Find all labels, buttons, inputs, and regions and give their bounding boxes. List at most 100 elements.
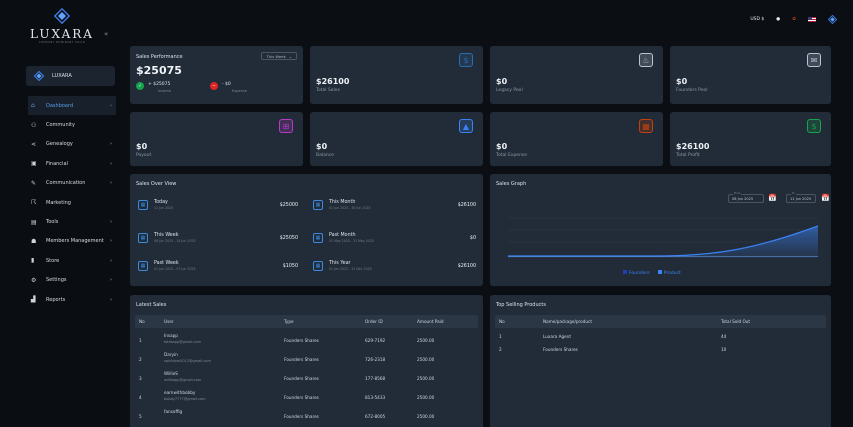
cell-user: Insapp fotiisapp@gmail.com bbox=[164, 333, 201, 344]
sales-overview-card: Sales Over View ▦ Today 11 Jun 2025 $25000 ▦… bbox=[130, 174, 483, 286]
to-calendar-icon[interactable]: 📅 bbox=[821, 194, 830, 202]
latest-sales-header: No User Type Order ID Amount Paid bbox=[135, 315, 478, 328]
table-row[interactable]: 1 Luxara Agent 44 bbox=[495, 332, 826, 342]
topbar: USD $ ● ✿ bbox=[121, 0, 853, 36]
profile-logo-icon[interactable] bbox=[828, 15, 837, 24]
sidebar-item-label: Reports bbox=[46, 296, 66, 303]
marketing-icon: ☈ bbox=[31, 199, 37, 207]
table-row[interactable]: 4 Founders Shares 813-5433 2500.00 earnwithb… bbox=[135, 390, 478, 406]
financial-icon: ▣ bbox=[31, 160, 37, 168]
table-row[interactable]: 3 Founders Shares 177-8568 2500.00 WillieS wi… bbox=[135, 371, 478, 387]
sales-performance-card: Sales Performance This Week ⌄ $25075 ✓ +… bbox=[130, 46, 303, 104]
overview-item: ▦ Today 11 Jun 2025 $25000 bbox=[138, 195, 298, 215]
sidebar-item-tools[interactable]: ▤ Tools › bbox=[28, 212, 116, 231]
reports-icon: ▟ bbox=[31, 296, 36, 304]
user-name: Insapp bbox=[164, 333, 178, 338]
cell-user: earnwithbobby bobby7777@gmail.com bbox=[164, 390, 206, 401]
overview-name: Past Week bbox=[154, 261, 179, 266]
bell-icon[interactable]: ● bbox=[776, 17, 780, 22]
period-select[interactable]: This Week ⌄ bbox=[261, 52, 297, 60]
to-date-field[interactable]: To 11 Jun 2025 bbox=[786, 192, 816, 203]
overview-name: This Month bbox=[329, 200, 356, 205]
cell-no: 5 bbox=[139, 414, 142, 419]
overview-item: ▦ This Year 01 Jan 2025 - 31 Dec 2025 $2610… bbox=[313, 256, 476, 276]
overview-date: 01 Jan 2025 - 31 Dec 2025 bbox=[329, 267, 372, 271]
sales-performance-total: $25075 bbox=[136, 64, 182, 77]
stat-card-founders-pool: ✉ $0 Founders Pool bbox=[670, 46, 831, 104]
stat-value: $0 bbox=[496, 77, 508, 86]
profit-icon: $ bbox=[807, 119, 821, 133]
user-email: bobby7777@gmail.com bbox=[164, 396, 206, 401]
sidebar-item-label: Settings bbox=[46, 277, 67, 284]
income-block: ✓ + $25075 Income bbox=[136, 82, 171, 93]
table-row[interactable]: 2 Founders Shares 726-2318 2500.00 Daryin spi… bbox=[135, 352, 478, 368]
expense-block: − - $0 Expense bbox=[210, 82, 247, 93]
sidebar-item-label: Tools bbox=[46, 219, 59, 226]
overview-item: ▦ This Month 01 Jun 2025 - 30 Jun 2025 $261… bbox=[313, 195, 476, 215]
cell-order-id: 629-7192 bbox=[365, 338, 386, 343]
currency-selector[interactable]: USD $ bbox=[750, 17, 764, 22]
cell-no: 4 bbox=[139, 395, 142, 400]
sidebar-item-community[interactable]: ⚇ Community bbox=[28, 115, 116, 134]
balance-icon: ▲ bbox=[459, 119, 473, 133]
stat-card-total-sales: $ $26100 Total Sales bbox=[310, 46, 483, 104]
table-row[interactable]: 1 Founders Shares 629-7192 2500.00 Insapp fot… bbox=[135, 333, 478, 349]
sidebar-item-dashboard[interactable]: ⌂ Dashboard › bbox=[28, 96, 116, 116]
chevron-right-icon: › bbox=[110, 102, 112, 109]
overview-amount: $26100 bbox=[457, 202, 476, 208]
brand-switcher[interactable]: LUXARA bbox=[26, 66, 115, 86]
stat-label: Total Profit bbox=[676, 153, 700, 158]
from-date-field[interactable]: From 08 Jun 2025 bbox=[728, 192, 764, 203]
overview-date: 08 Jun 2025 - 14 Jun 2025 bbox=[154, 239, 196, 243]
user-email: spiritlove2012@gmail.com bbox=[164, 358, 211, 363]
latest-sales-card: Latest Sales No User Type Order ID Amoun… bbox=[130, 295, 483, 427]
stat-value: $0 bbox=[136, 142, 148, 151]
sidebar-item-reports[interactable]: ▟ Reports › bbox=[28, 290, 116, 309]
cell-product-name: Luxara Agent bbox=[543, 334, 571, 339]
top-products-card: Top Selling Products No Name/package/pro… bbox=[490, 295, 831, 427]
overview-date: 01 Jun 2025 - 30 Jun 2025 bbox=[329, 206, 371, 210]
luxara-logo-icon bbox=[53, 7, 71, 25]
sidebar-item-store[interactable]: ▮ Store › bbox=[28, 251, 116, 270]
sidebar-item-marketing[interactable]: ☈ Marketing bbox=[28, 193, 116, 212]
brand-tagline: COMPANY DOMINANT SOLID bbox=[38, 41, 86, 44]
from-calendar-icon[interactable]: 📅 bbox=[768, 194, 777, 202]
dollar-icon: $ bbox=[459, 53, 473, 67]
sidebar-item-label: Financial bbox=[46, 160, 68, 167]
sidebar-item-label: Members Management bbox=[46, 238, 104, 245]
overview-amount: $25000 bbox=[279, 202, 298, 208]
chat-icon: ✎ bbox=[31, 179, 37, 187]
logo: LUXARA COMPANY DOMINANT SOLID bbox=[22, 7, 102, 44]
cell-amount: 2500.00 bbox=[417, 376, 435, 381]
cell-amount: 2500.00 bbox=[417, 414, 435, 419]
stat-label: Payout bbox=[136, 153, 152, 158]
sales-overview-title: Sales Over View bbox=[136, 181, 177, 187]
table-row[interactable]: 5 Founders Shares 672-8005 2500.00 fansoffig bbox=[135, 409, 478, 425]
sales-graph-title: Sales Graph bbox=[496, 181, 527, 187]
topbar-actions: USD $ ● ✿ bbox=[750, 15, 837, 24]
stat-card-balance: ▲ $0 Balance bbox=[310, 112, 483, 166]
overview-amount: $25050 bbox=[279, 235, 298, 241]
expense-icon: − bbox=[210, 82, 218, 90]
calendar-icon: ▦ bbox=[313, 261, 323, 271]
flag-us-icon[interactable] bbox=[808, 17, 816, 22]
overview-text: This Month 01 Jun 2025 - 30 Jun 2025 bbox=[329, 200, 371, 210]
stat-value: $26100 bbox=[316, 77, 350, 86]
sidebar-item-members-management[interactable]: ☗ Members Management › bbox=[28, 232, 116, 251]
notification-icon[interactable]: ✿ bbox=[792, 17, 796, 22]
sidebar-item-settings[interactable]: ⚙ Settings › bbox=[28, 271, 116, 290]
sidebar-item-communication[interactable]: ✎ Communication › bbox=[28, 174, 116, 193]
col-product-name: Name/package/product bbox=[543, 319, 592, 324]
sales-graph-card: Sales Graph From 08 Jun 2025 📅 To 11 Jun… bbox=[490, 174, 831, 286]
user-name: earnwithbobby bbox=[164, 390, 196, 395]
sidebar-item-financial[interactable]: ▣ Financial › bbox=[28, 154, 116, 173]
chevron-right-icon: › bbox=[110, 296, 112, 303]
stat-card-legacy-pool: ♨ $0 Legacy Pool bbox=[490, 46, 663, 104]
cell-user: fansoffig bbox=[164, 409, 182, 416]
period-select-value: This Week bbox=[266, 53, 286, 59]
overview-item: ▦ This Week 08 Jun 2025 - 14 Jun 2025 $2505… bbox=[138, 228, 298, 248]
table-row[interactable]: 2 Founders Shares 10 bbox=[495, 345, 826, 355]
collapse-sidebar-button[interactable]: « bbox=[104, 30, 108, 38]
chevron-right-icon: › bbox=[110, 180, 112, 187]
sidebar-item-genealogy[interactable]: ⋖ Genealogy › bbox=[28, 135, 116, 154]
